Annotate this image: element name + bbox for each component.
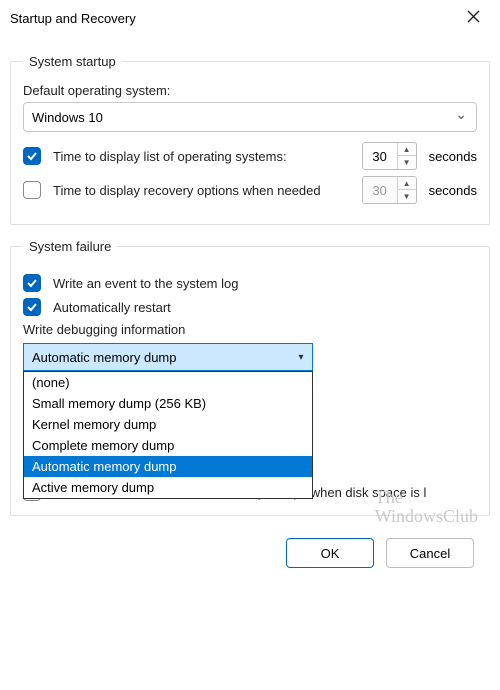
window-title: Startup and Recovery bbox=[10, 11, 136, 26]
debug-info-label: Write debugging information bbox=[23, 322, 477, 337]
close-icon[interactable] bbox=[459, 6, 488, 31]
default-os-select-wrap: Windows 10 bbox=[23, 102, 477, 132]
chevron-down-icon[interactable]: ▾ bbox=[290, 344, 312, 370]
auto-restart-row: Automatically restart bbox=[23, 298, 477, 316]
spinner-up-icon[interactable]: ▲ bbox=[398, 177, 416, 190]
display-list-row: Time to display list of operating system… bbox=[23, 142, 477, 170]
recovery-value bbox=[363, 177, 397, 203]
recovery-label: Time to display recovery options when ne… bbox=[53, 183, 321, 198]
recovery-spinner[interactable]: ▲ ▼ bbox=[362, 176, 417, 204]
debug-info-dropdown[interactable]: (none) Small memory dump (256 KB) Kernel… bbox=[23, 371, 313, 499]
debug-option-complete[interactable]: Complete memory dump bbox=[24, 435, 312, 456]
display-list-label: Time to display list of operating system… bbox=[53, 149, 287, 164]
dialog-buttons: OK Cancel bbox=[10, 530, 490, 580]
system-failure-group: System failure Write an event to the sys… bbox=[10, 239, 490, 516]
write-event-row: Write an event to the system log bbox=[23, 274, 477, 292]
auto-restart-label: Automatically restart bbox=[53, 300, 171, 315]
debug-option-small[interactable]: Small memory dump (256 KB) bbox=[24, 393, 312, 414]
dialog-content: The WindowsClub System startup Default o… bbox=[0, 36, 500, 590]
display-list-value[interactable] bbox=[363, 143, 397, 169]
cancel-button[interactable]: Cancel bbox=[386, 538, 474, 568]
debug-option-kernel[interactable]: Kernel memory dump bbox=[24, 414, 312, 435]
debug-info-combo[interactable]: Automatic memory dump ▾ (none) Small mem… bbox=[23, 343, 313, 371]
write-event-checkbox[interactable] bbox=[23, 274, 41, 292]
default-os-select[interactable]: Windows 10 bbox=[23, 102, 477, 132]
default-os-label: Default operating system: bbox=[23, 83, 477, 98]
spinner-down-icon[interactable]: ▼ bbox=[398, 190, 416, 203]
spinner-up-icon[interactable]: ▲ bbox=[398, 143, 416, 156]
auto-restart-checkbox[interactable] bbox=[23, 298, 41, 316]
seconds-suffix: seconds bbox=[429, 149, 477, 164]
debug-option-automatic[interactable]: Automatic memory dump bbox=[24, 456, 312, 477]
write-event-label: Write an event to the system log bbox=[53, 276, 238, 291]
recovery-row: Time to display recovery options when ne… bbox=[23, 176, 477, 204]
ok-button[interactable]: OK bbox=[286, 538, 374, 568]
spinner-down-icon[interactable]: ▼ bbox=[398, 156, 416, 169]
recovery-checkbox[interactable] bbox=[23, 181, 41, 199]
system-failure-legend: System failure bbox=[23, 239, 117, 254]
display-list-spinner[interactable]: ▲ ▼ bbox=[362, 142, 417, 170]
debug-info-selected[interactable]: Automatic memory dump ▾ bbox=[23, 343, 313, 371]
seconds-suffix: seconds bbox=[429, 183, 477, 198]
debug-option-active[interactable]: Active memory dump bbox=[24, 477, 312, 498]
display-list-checkbox[interactable] bbox=[23, 147, 41, 165]
system-startup-group: System startup Default operating system:… bbox=[10, 54, 490, 225]
system-startup-legend: System startup bbox=[23, 54, 122, 69]
titlebar: Startup and Recovery bbox=[0, 0, 500, 36]
debug-option-none[interactable]: (none) bbox=[24, 372, 312, 393]
